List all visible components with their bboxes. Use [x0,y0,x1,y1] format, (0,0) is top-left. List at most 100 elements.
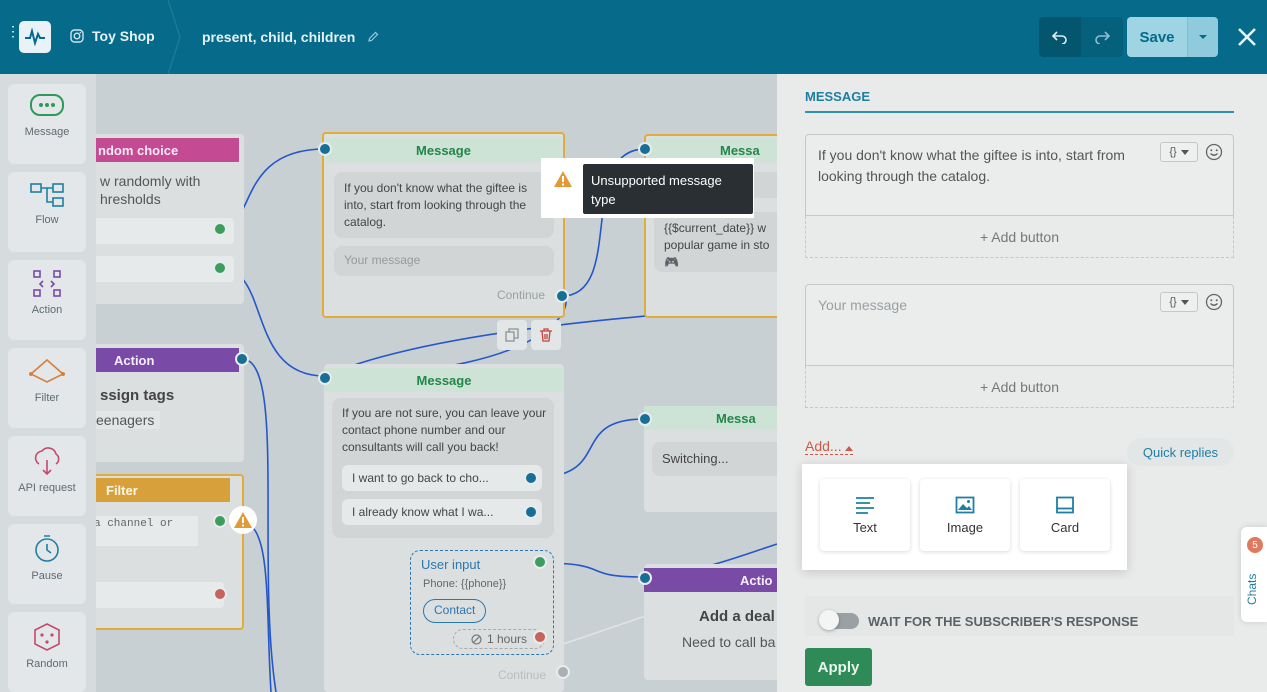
output-port[interactable] [213,587,227,601]
output-port[interactable] [556,665,570,679]
breadcrumb-separator [168,0,181,74]
content-type-card[interactable]: Card [1020,479,1110,551]
message-text: {{$current_date}} w popular game in sto [664,221,770,252]
chevron-down-icon [1180,149,1189,155]
palette-label: Random [26,658,68,670]
content-type-image[interactable]: Image [920,479,1010,551]
undo-icon [1052,31,1067,44]
palette-item-random[interactable]: Random [8,612,86,692]
message-node-selected[interactable]: Message If you don't know what the gifte… [322,132,565,318]
quick-replies-button[interactable]: Quick replies [1127,438,1234,466]
message-node[interactable]: Message If you are not sure, you can lea… [324,364,564,692]
filter-icon [29,358,65,383]
action-node[interactable]: Actio Add a deal Need to call ba [644,564,777,680]
output-port[interactable] [524,505,538,519]
filter-node[interactable]: Filter a channel or [96,474,244,630]
node-title: Messa [644,406,777,430]
instagram-icon [70,29,84,43]
input-port[interactable] [318,142,332,156]
breadcrumb-bot[interactable]: Toy Shop [70,28,155,44]
chats-tab[interactable]: 5 Chats [1241,527,1267,622]
output-port[interactable] [213,261,227,275]
edit-pencil-icon[interactable] [367,31,379,43]
save-options-button[interactable] [1187,17,1218,57]
braces-icon: {} [1169,145,1177,158]
chevron-down-icon [1180,299,1189,305]
palette-item-pause[interactable]: Pause [8,524,86,604]
input-port[interactable] [235,352,249,366]
message-textarea[interactable]: If you don't know what the giftee is int… [805,134,1234,216]
node-palette: Message Flow Action Filter API request P… [0,74,96,692]
action-node[interactable]: Action ssign tags eenagers [96,344,244,462]
warning-icon [234,512,252,528]
add-button-link[interactable]: + Add button [805,366,1234,408]
palette-item-filter[interactable]: Filter [8,348,86,428]
warning-badge[interactable] [229,506,257,534]
app-logo[interactable] [19,21,51,53]
timeout-chip[interactable]: 1 hours [453,629,545,649]
unsupported-warning-badge[interactable] [549,165,577,193]
undo-button[interactable] [1039,17,1081,57]
palette-item-message[interactable]: Message [8,84,86,164]
output-port[interactable] [213,514,227,528]
apply-button[interactable]: Apply [805,648,872,686]
message-emoji: 🎮 [664,255,679,269]
output-port[interactable] [213,222,227,236]
content-type-text[interactable]: Text [820,479,910,551]
delete-button[interactable] [531,320,561,350]
palette-item-flow[interactable]: Flow [8,172,86,252]
card-icon [1056,496,1074,513]
redo-icon [1095,31,1110,44]
action-icon [33,270,61,297]
random-icon [34,623,60,651]
action-detail: Need to call ba [682,634,776,650]
message-textarea-empty[interactable]: Your message {} [805,284,1234,366]
continue-label: Continue [496,288,545,302]
save-button[interactable]: Save [1127,17,1187,57]
insert-variable-button[interactable]: {} [1160,292,1198,312]
input-port[interactable] [318,371,332,385]
input-port[interactable] [638,571,652,585]
close-button[interactable] [1233,22,1261,52]
drag-handle-icon[interactable]: ⋮ [6,24,20,38]
message-text: If you are not sure, you can leave your … [342,406,547,454]
breadcrumb-flow[interactable]: present, child, children [202,29,379,45]
message-node[interactable]: Messa Switching... [644,406,777,512]
chats-label: Chats [1245,573,1259,605]
filter-else-row [96,582,224,608]
add-button-link[interactable]: + Add button [805,216,1234,258]
content-type-label: Text [853,519,877,535]
wait-response-toggle[interactable] [819,610,859,630]
output-port[interactable] [524,471,538,485]
pause-icon [35,535,59,562]
redo-button[interactable] [1081,17,1123,57]
duplicate-button[interactable] [497,320,527,350]
node-title: Actio [644,568,777,592]
input-port[interactable] [638,142,652,156]
filter-condition: a channel or [96,516,198,546]
emoji-icon[interactable] [1205,293,1223,311]
input-port[interactable] [638,412,652,426]
palette-label: Message [24,126,70,138]
node-title: Filter [96,478,230,502]
palette-item-action[interactable]: Action [8,260,86,340]
chevron-down-icon [1199,35,1207,39]
add-content-dropdown[interactable]: Add... [805,438,854,455]
palette-item-api-request[interactable]: API request [8,436,86,516]
copy-icon [505,328,519,342]
contact-chip[interactable]: Contact [423,599,487,623]
output-port[interactable] [533,630,547,644]
quick-reply-button[interactable]: I want to go back to cho... [342,465,542,491]
output-port[interactable] [533,555,547,569]
output-port[interactable] [555,289,569,303]
insert-variable-button[interactable]: {} [1160,142,1198,162]
top-bar: ⋮ Toy Shop present, child, children Save [0,0,1267,74]
random-choice-node[interactable]: ndom choice w randomly with hresholds [96,134,244,304]
emoji-icon[interactable] [1205,143,1223,161]
quick-reply-button[interactable]: I already know what I wa... [342,499,542,525]
tag-chip: eenagers [96,411,161,429]
close-icon [1238,28,1256,46]
caret-up-icon [845,446,854,451]
no-entry-icon [471,633,482,645]
node-toolbar [497,320,561,350]
